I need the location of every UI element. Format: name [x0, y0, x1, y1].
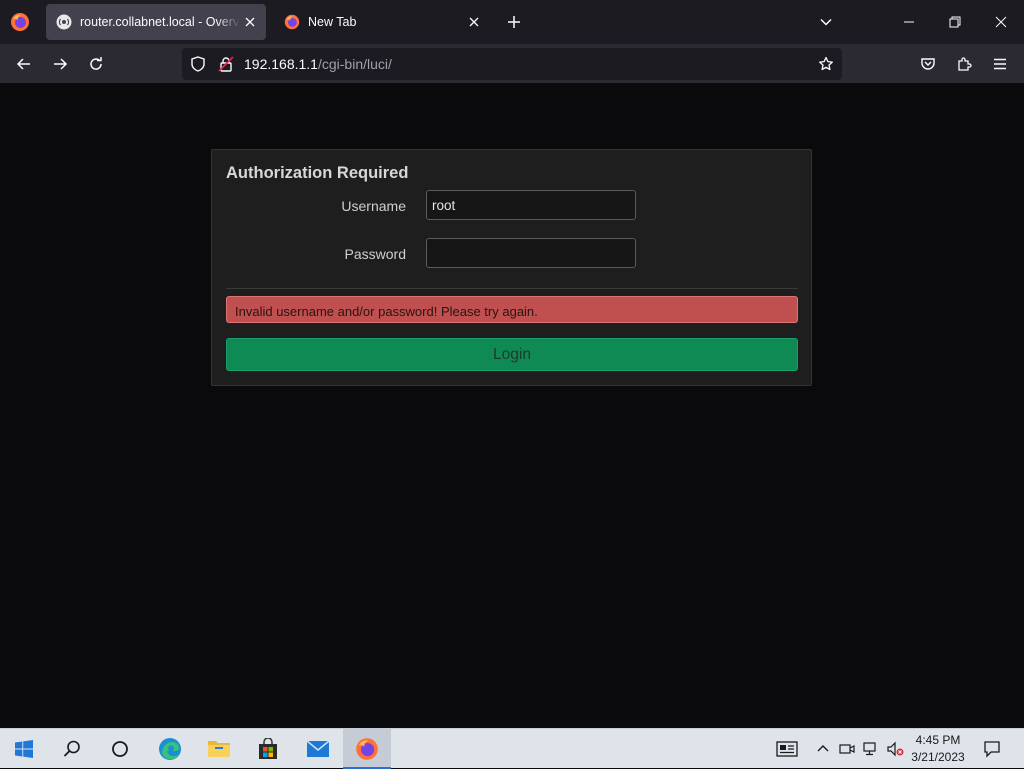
search-icon[interactable]: [48, 729, 96, 769]
password-input[interactable]: [426, 238, 636, 268]
forward-arrow-icon[interactable]: [46, 50, 74, 78]
clock-time: 4:45 PM: [915, 733, 961, 747]
login-form: Authorization Required Username Password…: [211, 149, 812, 386]
clock-date: 3/21/2023: [911, 750, 965, 764]
tab-router-overview[interactable]: router.collabnet.local - Overview: [46, 4, 266, 40]
error-alert: Invalid username and/or password! Please…: [226, 296, 798, 323]
pocket-icon[interactable]: [914, 50, 942, 78]
insecure-lock-icon[interactable]: [216, 54, 236, 74]
firefox-view-icon[interactable]: [8, 10, 32, 34]
extensions-puzzle-icon[interactable]: [950, 50, 978, 78]
file-explorer-icon[interactable]: [195, 729, 243, 769]
url-host: 192.168.1.1: [244, 56, 318, 72]
router-favicon-icon: [56, 14, 72, 30]
navigation-toolbar: 192.168.1.1/cgi-bin/luci/: [0, 44, 1024, 84]
firefox-taskbar-icon[interactable]: [343, 729, 391, 769]
firefox-favicon-icon: [284, 14, 300, 30]
show-hidden-icons-chevron-icon[interactable]: [812, 737, 834, 761]
back-arrow-icon[interactable]: [10, 50, 38, 78]
windows-taskbar: 4:45 PM 3/21/2023: [0, 728, 1024, 769]
edge-icon[interactable]: [146, 729, 194, 769]
password-label: Password: [344, 246, 406, 262]
system-clock[interactable]: 4:45 PM 3/21/2023: [900, 732, 976, 766]
new-tab-icon[interactable]: [502, 10, 526, 34]
task-view-icon[interactable]: [96, 729, 144, 769]
tab-title: New Tab: [308, 15, 357, 29]
tab-bar: router.collabnet.local - Overview New Ta…: [0, 0, 1024, 44]
url-bar[interactable]: 192.168.1.1/cgi-bin/luci/: [182, 48, 842, 80]
restore-icon[interactable]: [932, 0, 978, 44]
tab-new-tab[interactable]: New Tab: [274, 4, 490, 40]
list-all-tabs-chevron-icon[interactable]: [814, 10, 838, 34]
start-icon[interactable]: [0, 729, 48, 769]
network-icon[interactable]: [860, 737, 882, 761]
news-widget-icon[interactable]: [774, 737, 800, 761]
store-icon[interactable]: [244, 729, 292, 769]
meet-now-icon[interactable]: [836, 737, 858, 761]
divider: [226, 288, 798, 289]
tracking-protection-shield-icon[interactable]: [188, 54, 208, 74]
tab-title: router.collabnet.local - Overview: [80, 15, 240, 29]
form-title: Authorization Required: [226, 164, 409, 182]
notification-center-icon[interactable]: [978, 735, 1006, 763]
bookmark-star-icon[interactable]: [816, 54, 836, 74]
mail-icon[interactable]: [294, 729, 342, 769]
url-path: /cgi-bin/luci/: [317, 56, 392, 72]
hamburger-menu-icon[interactable]: [986, 50, 1014, 78]
close-tab-icon[interactable]: [240, 12, 260, 32]
minimize-icon[interactable]: [886, 0, 932, 44]
close-window-icon[interactable]: [978, 0, 1024, 44]
close-tab-icon[interactable]: [464, 12, 484, 32]
page-content: Authorization Required Username Password…: [0, 85, 1024, 728]
reload-icon[interactable]: [82, 50, 110, 78]
username-label: Username: [341, 198, 406, 214]
url-text[interactable]: 192.168.1.1/cgi-bin/luci/: [244, 56, 392, 72]
username-input[interactable]: [426, 190, 636, 220]
login-button[interactable]: Login: [226, 338, 798, 371]
